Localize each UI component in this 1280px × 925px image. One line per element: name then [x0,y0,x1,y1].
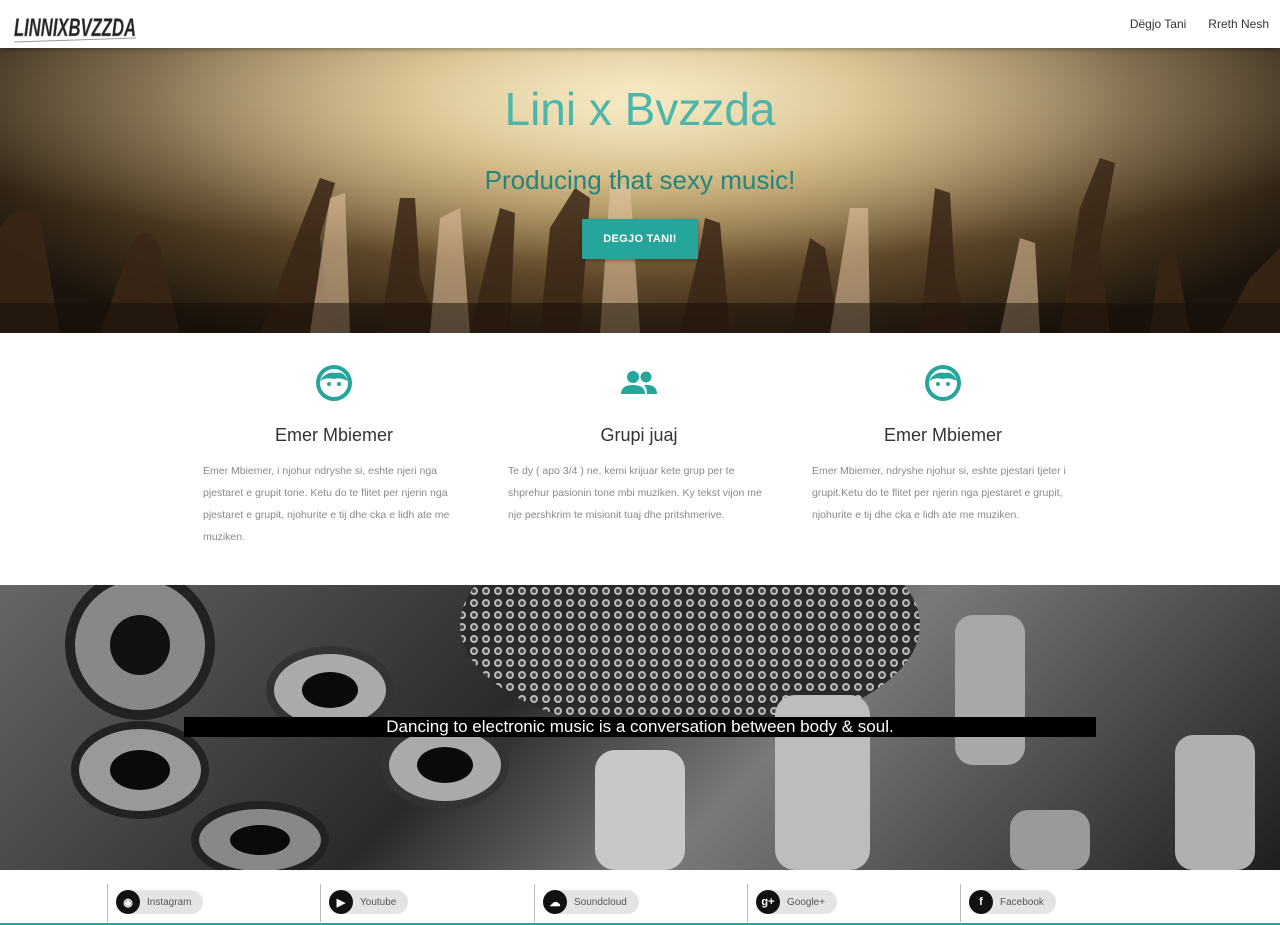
social-label: Facebook [1000,896,1044,908]
feature-text: Te dy ( apo 3/4 ) ne, kemi krijuar kete … [508,465,762,521]
listen-now-button[interactable]: DEGJO TANI! [582,219,698,259]
social-label: Google+ [787,896,826,908]
feature-title: Emer Mbiemer [274,425,394,445]
youtube-icon: ▶ [329,890,353,914]
social-item-facebook: f Facebook [960,884,1056,922]
feature-title: Emer Mbiemer [883,425,1003,445]
hero-subtitle: Producing that sexy music! [484,165,796,195]
googleplus-chip[interactable]: g+ Google+ [756,890,838,914]
facebook-icon: f [969,890,993,914]
hero-banner: Lini x Bvzzda Producing that sexy music!… [0,48,1280,333]
brand-logo[interactable]: LINNIXBVZZDA [12,6,140,46]
social-item-soundcloud: ☁ Soundcloud [534,884,639,922]
face-icon [316,365,352,401]
social-label: Youtube [360,896,397,908]
group-icon [621,371,657,394]
face-icon [925,365,961,401]
googleplus-icon: g+ [756,890,780,914]
instagram-chip[interactable]: ◉ Instagram [116,890,204,914]
feature-text: Emer Mbiemer, i njohur ndryshe si, eshte… [203,465,450,543]
soundcloud-icon: ☁ [543,890,567,914]
feature-member-2: Emer Mbiemer Emer Mbiemer, ndryshe njohu… [812,363,1074,526]
social-item-instagram: ◉ Instagram [107,884,204,922]
top-navbar: LINNIXBVZZDA Dëgjo Tani Rreth Nesh [0,0,1280,48]
feature-text: Emer Mbiemer, ndryshe njohur si, eshte p… [812,465,1066,521]
footer-social-bar: ◉ Instagram ▶ Youtube ☁ Soundcloud g+ Go… [0,870,1280,925]
feature-title: Grupi juaj [600,425,678,445]
feature-group: Grupi juaj Te dy ( apo 3/4 ) ne, kemi kr… [508,363,770,526]
youtube-chip[interactable]: ▶ Youtube [329,890,409,914]
social-label: Instagram [147,896,192,908]
social-item-googleplus: g+ Google+ [747,884,838,922]
nav-link-listen-now[interactable]: Dëgjo Tani [1119,0,1197,48]
social-label: Soundcloud [574,896,627,908]
nav-link-about-us[interactable]: Rreth Nesh [1197,0,1280,48]
hero-title: Lini x Bvzzda [504,83,776,135]
features-section: Emer Mbiemer Emer Mbiemer, i njohur ndry… [0,333,1280,585]
feature-member-1: Emer Mbiemer Emer Mbiemer, i njohur ndry… [203,363,465,548]
svg-text:LINNIXBVZZDA: LINNIXBVZZDA [14,14,136,42]
instagram-icon: ◉ [116,890,140,914]
mixer-parallax-image: Dancing to electronic music is a convers… [0,585,1280,870]
soundcloud-chip[interactable]: ☁ Soundcloud [543,890,639,914]
quote-text: Dancing to electronic music is a convers… [184,717,1096,737]
social-item-youtube: ▶ Youtube [320,884,409,922]
facebook-chip[interactable]: f Facebook [969,890,1056,914]
